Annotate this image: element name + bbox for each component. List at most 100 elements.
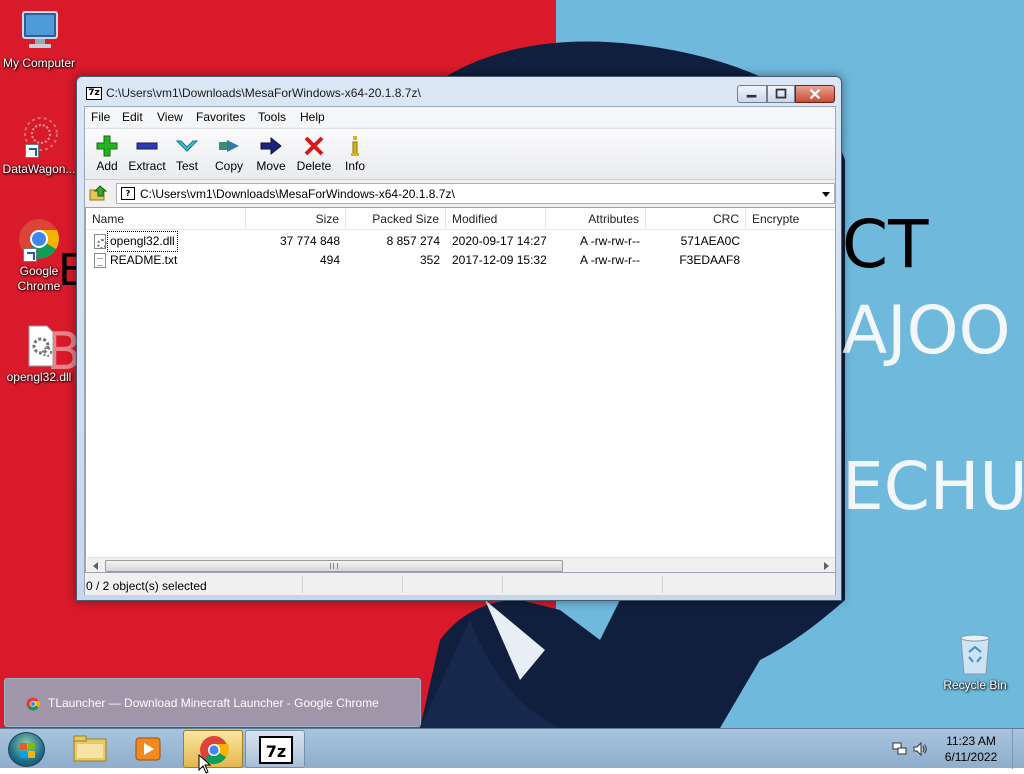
scroll-right-icon[interactable]	[824, 562, 829, 570]
column-header-name[interactable]: Name	[86, 208, 246, 230]
add-button[interactable]: Add	[85, 133, 129, 177]
status-text: 0 / 2 object(s) selected	[86, 579, 207, 593]
extract-button[interactable]: Extract	[125, 133, 169, 177]
menu-edit[interactable]: Edit	[118, 109, 147, 125]
desktop-icon-my-computer[interactable]: My Computer	[0, 8, 78, 71]
move-button[interactable]: Move	[249, 133, 293, 177]
desktop-icon-label: opengl32.dll	[6, 370, 72, 384]
desktop-icon-label: Google Chrome	[17, 264, 61, 293]
datawagon-icon	[15, 114, 63, 160]
test-button[interactable]: Test	[165, 133, 209, 177]
sevenzip-app-icon: 7z	[86, 87, 102, 100]
menu-tools[interactable]: Tools	[254, 109, 290, 125]
mouse-cursor-icon	[198, 754, 212, 774]
desktop-icon-opengl32-dll[interactable]: opengl32.dll	[0, 322, 78, 385]
taskbar-media-player-button[interactable]	[118, 730, 178, 768]
folder-icon	[73, 735, 107, 762]
window-client-area: File Edit View Favorites Tools Help Add …	[84, 106, 836, 595]
menu-help[interactable]: Help	[296, 109, 329, 125]
desktop-icon-google-chrome[interactable]: Google Chrome	[0, 216, 78, 294]
preview-title: TLauncher — Download Minecraft Launcher …	[48, 696, 379, 710]
horizontal-scrollbar[interactable]	[87, 557, 835, 572]
chrome-icon	[200, 736, 229, 765]
system-tray: 11:23 AM 6/11/2022	[884, 729, 1024, 769]
close-button[interactable]	[795, 85, 835, 103]
check-icon	[175, 140, 199, 152]
desktop-icon-recycle-bin[interactable]: Recycle Bin	[936, 630, 1014, 693]
desktop-icon-label: My Computer	[2, 56, 76, 70]
column-header-encrypted[interactable]: Encrypte	[746, 208, 835, 230]
up-folder-icon	[89, 185, 108, 201]
scroll-left-icon[interactable]	[93, 562, 98, 570]
move-arrow-icon	[260, 136, 282, 156]
file-packed-size: 8 857 274	[386, 234, 440, 248]
wallpaper-text-2: AJOO	[842, 292, 1011, 369]
text-file-icon	[94, 253, 106, 268]
clock-time[interactable]: 11:23 AM	[938, 734, 1004, 748]
file-crc: 571AEA0C	[680, 234, 740, 248]
toolbar: Add Extract Test Copy Move Delete Info	[85, 128, 835, 180]
column-header-crc[interactable]: CRC	[646, 208, 746, 230]
taskbar-chrome-button[interactable]	[183, 730, 243, 768]
dll-file-icon	[94, 234, 107, 249]
taskbar-7zip-button[interactable]: 7z	[245, 730, 305, 768]
minimize-button[interactable]	[737, 85, 767, 103]
shortcut-arrow-icon	[23, 248, 37, 262]
sevenzip-icon-text: 7z	[266, 742, 286, 761]
desktop-icon-label: DataWagon...	[2, 162, 76, 176]
maximize-button[interactable]	[767, 85, 795, 103]
status-cell-4	[503, 576, 663, 593]
menu-favorites[interactable]: Favorites	[192, 109, 249, 125]
minimize-icon	[746, 94, 757, 98]
column-header-modified[interactable]: Modified	[446, 208, 546, 230]
archive-folder-icon: ?	[121, 187, 135, 200]
menu-file[interactable]: File	[87, 109, 114, 125]
file-size: 494	[319, 253, 340, 267]
address-input[interactable]: ? C:\Users\vm1\Downloads\MesaForWindows-…	[116, 183, 835, 204]
file-attributes: A -rw-rw-r--	[580, 234, 640, 248]
up-folder-button[interactable]	[88, 184, 108, 203]
show-desktop-button[interactable]	[1012, 729, 1024, 769]
taskbar: 7z 11:23 AM 6/11/2022	[0, 728, 1024, 774]
column-header-size[interactable]: Size	[246, 208, 346, 230]
file-list[interactable]: Name Size Packed Size Modified Attribute…	[85, 207, 836, 573]
network-icon[interactable]	[892, 741, 908, 757]
status-cell-3	[403, 576, 503, 593]
recycle-bin-icon	[951, 630, 999, 676]
close-icon	[809, 88, 821, 100]
address-text: C:\Users\vm1\Downloads\MesaForWindows-x6…	[140, 187, 455, 201]
status-bar: 0 / 2 object(s) selected	[85, 574, 835, 595]
computer-icon	[15, 8, 63, 54]
chevron-down-icon[interactable]	[822, 192, 830, 197]
window-title: C:\Users\vm1\Downloads\MesaForWindows-x6…	[106, 86, 421, 100]
sevenzip-icon: 7z	[259, 736, 293, 764]
volume-icon[interactable]	[912, 741, 928, 757]
column-headers: Name Size Packed Size Modified Attribute…	[86, 208, 835, 230]
info-icon	[351, 136, 359, 156]
wallpaper-text-3: ECHUD	[842, 448, 1024, 525]
file-name: opengl32.dll	[107, 231, 178, 252]
address-bar: ? C:\Users\vm1\Downloads\MesaForWindows-…	[85, 181, 835, 206]
file-name: README.txt	[110, 253, 178, 267]
table-row[interactable]: opengl32.dll 37 774 848 8 857 274 2020-0…	[86, 231, 835, 252]
sevenzip-window[interactable]: 7z C:\Users\vm1\Downloads\MesaForWindows…	[76, 76, 842, 601]
file-packed-size: 352	[419, 253, 440, 267]
info-button[interactable]: Info	[333, 133, 377, 177]
file-attributes: A -rw-rw-r--	[580, 253, 640, 267]
column-header-packed-size[interactable]: Packed Size	[346, 208, 446, 230]
start-button[interactable]	[8, 732, 45, 767]
delete-button[interactable]: Delete	[292, 133, 336, 177]
menu-view[interactable]: View	[153, 109, 187, 125]
column-header-attributes[interactable]: Attributes	[546, 208, 646, 230]
taskbar-explorer-button[interactable]	[60, 730, 120, 768]
file-size: 37 774 848	[279, 234, 340, 248]
chrome-window-preview[interactable]: TLauncher — Download Minecraft Launcher …	[4, 678, 421, 727]
copy-button[interactable]: Copy	[207, 133, 251, 177]
title-bar[interactable]: 7z C:\Users\vm1\Downloads\MesaForWindows…	[77, 77, 841, 107]
scroll-thumb[interactable]	[105, 560, 563, 572]
table-row[interactable]: README.txt 494 352 2017-12-09 15:32 A -r…	[86, 251, 835, 270]
file-modified: 2020-09-17 14:27	[452, 234, 547, 248]
plus-icon	[96, 135, 118, 157]
desktop-icon-datawagon[interactable]: DataWagon...	[0, 114, 78, 177]
clock-date[interactable]: 6/11/2022	[938, 750, 1004, 764]
